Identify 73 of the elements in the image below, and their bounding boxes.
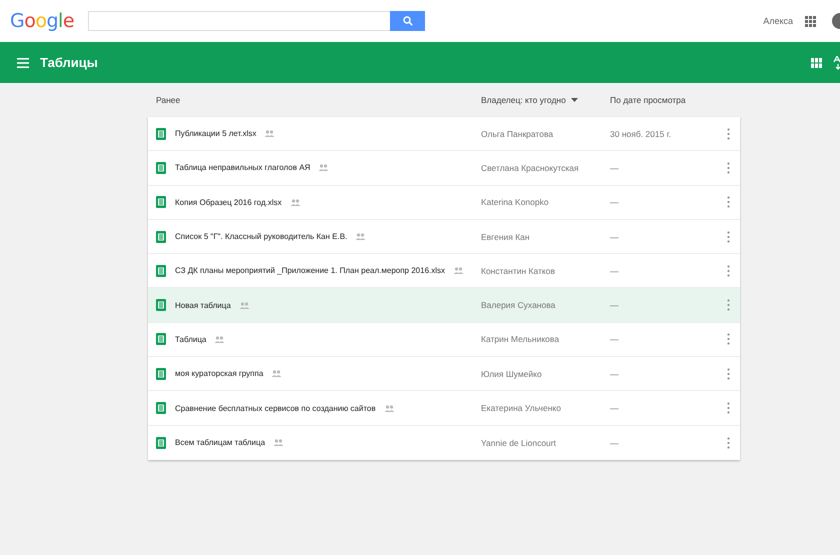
account-name[interactable]: Алекса — [763, 16, 793, 26]
file-name: Таблица неправильных глаголов АЯ — [175, 163, 310, 172]
last-viewed-date: — — [610, 438, 620, 448]
last-viewed-date: — — [610, 368, 620, 379]
last-viewed-date: — — [610, 232, 620, 242]
more-options-icon[interactable] — [727, 333, 730, 346]
owner-name: Юлия Шумейко — [481, 368, 543, 379]
sort-icon[interactable] — [833, 56, 840, 70]
last-viewed-date: — — [610, 162, 620, 173]
more-options-icon[interactable] — [727, 368, 730, 380]
owner-name: Валерия Суханова — [481, 300, 556, 310]
file-name: Таблица — [175, 334, 206, 344]
spreadsheet-icon — [156, 436, 166, 449]
file-name: Список 5 "Г". Классный руководитель Кан Е.В. — [175, 232, 348, 242]
spreadsheet-icon — [156, 402, 166, 414]
google-logo[interactable]: Google — [10, 10, 74, 32]
search-field[interactable] — [88, 11, 390, 31]
file-name: Всем таблицам таблица — [175, 438, 266, 448]
file-row[interactable]: моя кураторская группа Юлия Шумейко — — [148, 357, 740, 392]
owner-name: Евгения Кан — [481, 232, 531, 242]
more-options-icon[interactable] — [727, 299, 730, 312]
grid-view-icon[interactable] — [811, 58, 822, 68]
spreadsheet-icon — [156, 368, 166, 380]
last-viewed-date: — — [610, 334, 620, 344]
file-row[interactable]: Копия Образец 2016 год.xlsx Katerina Konopko — — [148, 186, 740, 220]
file-row[interactable]: Список 5 "Г". Классный руководитель Кан Е.В. Евгения Кан — — [148, 220, 740, 254]
last-viewed-date: 30 нояб. 2015 г. — [610, 128, 672, 139]
last-viewed-date: — — [610, 300, 620, 310]
more-options-icon[interactable] — [727, 230, 730, 243]
app-title: Таблицы — [40, 55, 98, 70]
owner-name: Екатерина Ульченко — [481, 403, 562, 414]
spreadsheet-icon — [156, 128, 166, 140]
file-name: Сравнение бесплатных сервисов по созданию сайтов — [175, 404, 376, 413]
file-row[interactable]: Новая таблица Валерия Суханова — — [148, 288, 740, 323]
file-row[interactable]: Публикации 5 лет.xlsx Ольга Панкратова 30 нояб. 2015 г. — [148, 117, 740, 152]
spreadsheet-icon — [156, 264, 166, 277]
more-options-icon[interactable] — [727, 264, 730, 277]
sort-by-date-button[interactable]: По дате просмотра — [610, 95, 720, 105]
apps-grid-icon[interactable] — [805, 16, 816, 26]
caret-icon — [570, 98, 578, 102]
spreadsheet-icon — [156, 230, 166, 243]
more-options-icon[interactable] — [727, 128, 730, 140]
file-name: Копия Образец 2016 год.xlsx — [175, 198, 282, 207]
owner-filter-dropdown[interactable]: Владелец: кто угодно — [481, 95, 610, 105]
more-options-icon[interactable] — [727, 436, 730, 449]
owner-name: Катрин Мельникова — [481, 334, 560, 344]
owner-name: Katerina Konopko — [481, 197, 550, 208]
menu-icon[interactable] — [17, 58, 29, 68]
spreadsheet-icon — [156, 333, 166, 346]
column-header: Ранее — [155, 95, 182, 105]
owner-name: Светлана Краснокутская — [481, 162, 580, 173]
file-row[interactable]: Сравнение бесплатных сервисов по созданию сайтов Екатерина Ульченко — — [148, 391, 740, 426]
spreadsheet-icon — [156, 196, 166, 208]
spreadsheet-icon — [156, 162, 166, 174]
last-viewed-date: — — [610, 197, 620, 208]
file-row[interactable]: Всем таблицам таблица Yannie de Lioncourt — — [148, 426, 740, 460]
file-name: Новая таблица — [175, 300, 231, 310]
more-options-icon[interactable] — [727, 196, 730, 208]
owner-name: Ольга Панкратова — [481, 128, 554, 139]
last-viewed-date: — — [610, 403, 620, 414]
file-name: Публикации 5 лет.xlsx — [175, 129, 256, 138]
file-row[interactable]: Таблица неправильных глаголов АЯ Светлана Краснокутская — — [148, 151, 740, 186]
search-icon — [402, 16, 413, 26]
spreadsheet-icon — [156, 299, 166, 312]
owner-name: Yannie de Lioncourt — [481, 438, 557, 448]
file-row[interactable]: Таблица Катрин Мельникова — — [148, 322, 740, 358]
file-name: СЗ ДК планы мероприятий _Приложение 1. План реал.меропр 2016.xlsx — [175, 266, 446, 276]
more-options-icon[interactable] — [727, 162, 730, 174]
last-viewed-date: — — [610, 266, 620, 276]
search-button[interactable] — [390, 11, 426, 31]
owner-name: Константин Катков — [481, 266, 556, 276]
file-name: моя кураторская группа — [175, 369, 264, 378]
more-options-icon[interactable] — [727, 402, 730, 414]
